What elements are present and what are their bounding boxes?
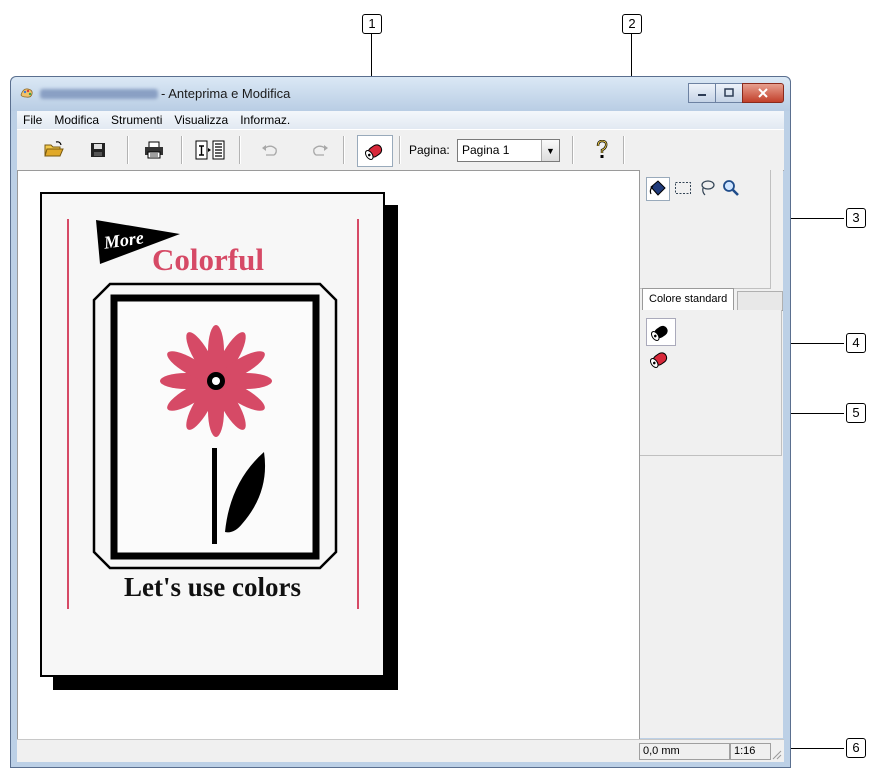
undo-icon <box>262 145 277 156</box>
left-margin-rule <box>67 219 69 609</box>
maximize-button[interactable] <box>715 83 743 103</box>
lasso-button[interactable] <box>696 177 718 199</box>
tool-palette <box>640 170 771 289</box>
chevron-down-icon[interactable]: ▼ <box>541 140 559 161</box>
toolbar-separator <box>181 136 183 164</box>
menu-informaz[interactable]: Informaz. <box>234 113 296 127</box>
tagline: Let's use colors <box>124 572 301 602</box>
menu-modifica[interactable]: Modifica <box>48 113 105 127</box>
rectangle-select-button[interactable] <box>672 177 694 199</box>
zoom-icon <box>723 180 739 196</box>
title-bar[interactable]: - Anteprima e Modifica <box>11 77 790 111</box>
window-controls <box>688 83 784 103</box>
close-button[interactable] <box>742 83 784 103</box>
minimize-icon <box>698 94 706 96</box>
color-item-black[interactable] <box>646 318 676 346</box>
color-list <box>640 310 782 456</box>
callout-5: 5 <box>846 403 866 423</box>
save-button[interactable] <box>85 138 111 162</box>
toolbar-separator <box>343 136 345 164</box>
flower-frame <box>92 282 338 570</box>
print-button[interactable] <box>141 138 167 162</box>
open-button[interactable] <box>41 138 67 162</box>
colorful-headline: Colorful <box>152 242 264 277</box>
page-label: Pagina: <box>409 143 450 157</box>
position-readout: 0,0 mm <box>639 743 730 760</box>
page-layout-button[interactable] <box>193 138 227 162</box>
zoom-button[interactable] <box>720 177 742 199</box>
toolbar-separator <box>572 136 574 164</box>
menu-visualizza[interactable]: Visualizza <box>168 113 234 127</box>
menu-file[interactable]: File <box>17 113 48 127</box>
lasso-icon <box>701 180 715 196</box>
help-button[interactable] <box>589 138 615 162</box>
rectangle-select-icon <box>675 182 691 194</box>
callout-6: 6 <box>846 738 866 758</box>
fill-tool-button[interactable] <box>646 177 670 201</box>
open-folder-icon <box>44 141 64 157</box>
callout-2: 2 <box>622 14 642 34</box>
status-bar: 0,0 mm 1:16 <box>17 739 784 762</box>
menu-bar: File Modifica Strumenti Visualizza Infor… <box>17 111 784 129</box>
black-ink-icon <box>650 325 668 341</box>
page-select[interactable]: Pagina 1 ▼ <box>457 139 560 162</box>
toolbar-separator <box>623 136 625 164</box>
app-icon <box>20 88 33 98</box>
toolbar-separator <box>127 136 129 164</box>
toolbar-separator <box>239 136 241 164</box>
toolbar-separator <box>399 136 401 164</box>
page-layout-icon <box>195 140 225 160</box>
redo-icon <box>313 145 328 156</box>
page-select-value: Pagina 1 <box>462 143 510 157</box>
right-margin-rule <box>357 219 359 609</box>
red-ink-icon <box>649 352 668 368</box>
zoom-readout: 1:16 <box>730 743 771 760</box>
callout-1: 1 <box>362 14 382 34</box>
fill-bucket-icon <box>649 180 666 196</box>
tab-blank[interactable] <box>737 291 783 310</box>
color-button[interactable] <box>357 135 393 167</box>
minimize-button[interactable] <box>688 83 716 103</box>
side-panel: Colore standard <box>640 170 783 738</box>
window-title: - Anteprima e Modifica <box>161 86 291 101</box>
callout-4: 4 <box>846 333 866 353</box>
toolbar: Pagina: Pagina 1 ▼ <box>17 129 784 171</box>
callout-3: 3 <box>846 208 866 228</box>
help-icon <box>596 140 608 158</box>
close-icon <box>758 88 768 98</box>
menu-strumenti[interactable]: Strumenti <box>105 113 168 127</box>
resize-grip-icon[interactable] <box>770 748 782 760</box>
tab-colore-standard[interactable]: Colore standard <box>642 288 735 310</box>
color-item-red[interactable] <box>646 346 674 372</box>
color-roller-icon <box>364 144 383 160</box>
maximize-icon <box>724 88 734 97</box>
print-icon <box>145 141 163 159</box>
redo-button[interactable] <box>307 138 333 162</box>
undo-button[interactable] <box>257 138 283 162</box>
title-filename-blurred <box>40 89 158 99</box>
page-preview[interactable]: More Colorful Let's use colors <box>40 192 385 677</box>
color-tabs: Colore standard <box>640 288 783 311</box>
save-icon <box>91 143 105 157</box>
